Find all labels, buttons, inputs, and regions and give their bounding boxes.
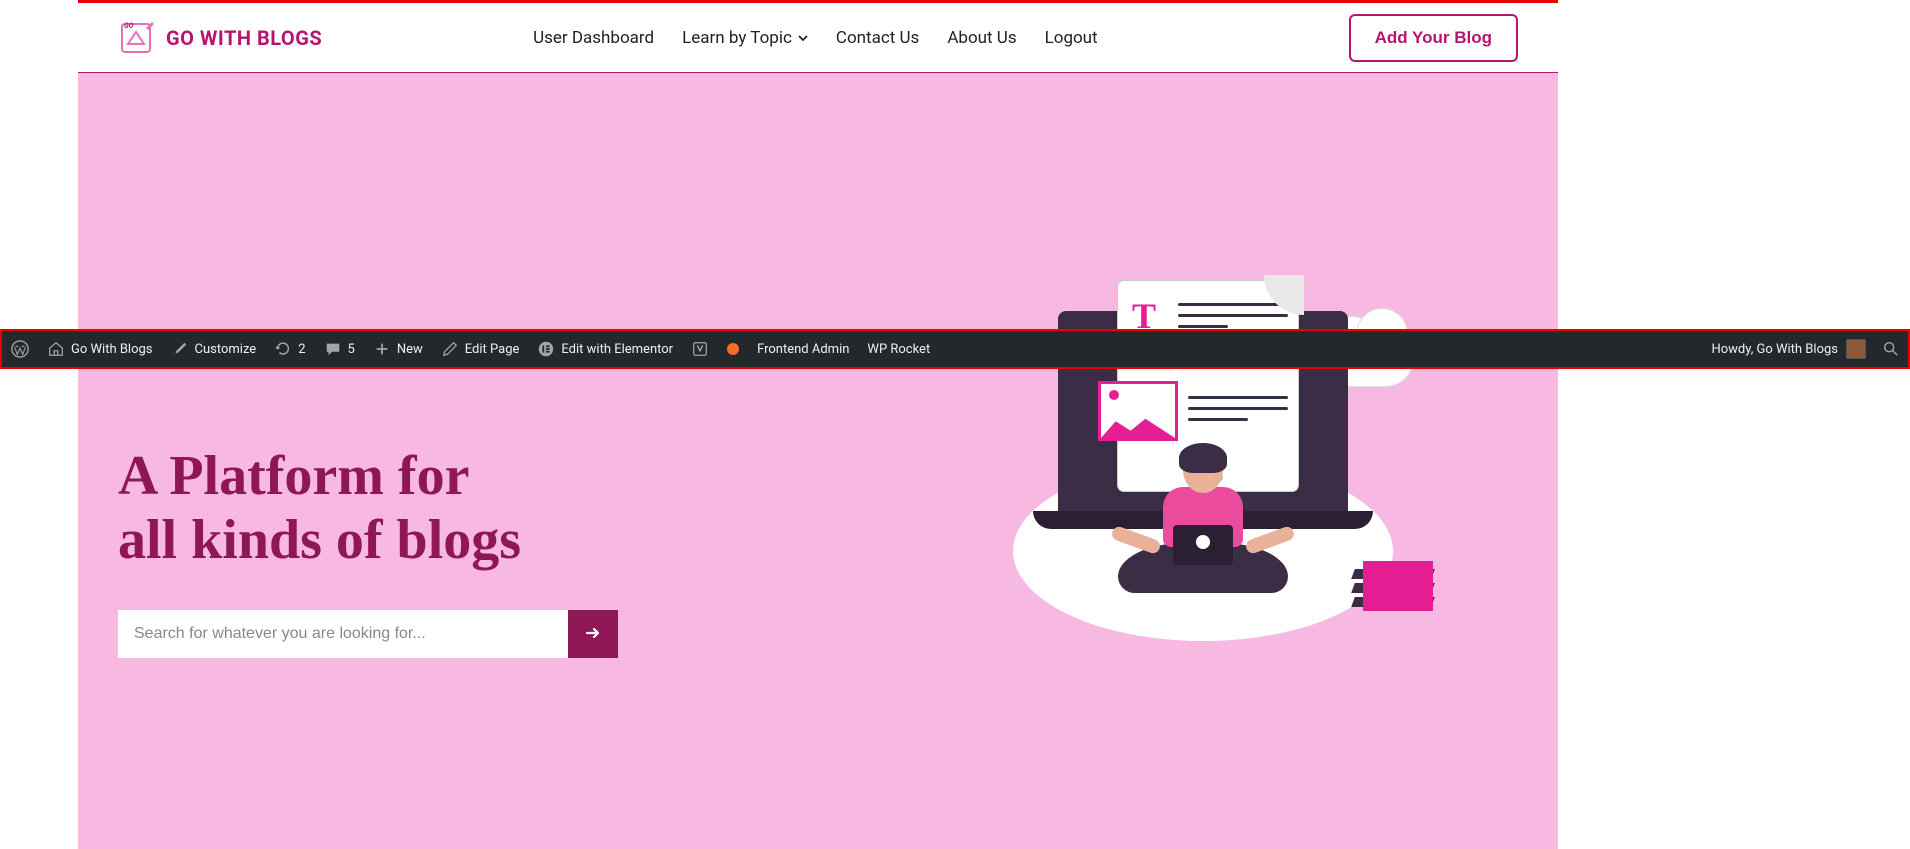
wp-customize[interactable]: Customize <box>162 331 266 367</box>
logo-icon: GO <box>118 18 158 58</box>
svg-text:GO: GO <box>124 22 134 30</box>
nav-item-label: Learn by Topic <box>682 28 792 48</box>
wp-customize-label: Customize <box>195 342 257 357</box>
wp-rocket[interactable]: WP Rocket <box>858 331 939 367</box>
comment-icon <box>324 340 342 358</box>
primary-nav: User Dashboard Learn by Topic Contact Us… <box>533 28 1098 48</box>
search-input[interactable] <box>118 610 568 658</box>
nav-user-dashboard[interactable]: User Dashboard <box>533 28 654 48</box>
wp-howdy-label: Howdy, Go With Blogs <box>1711 342 1838 357</box>
nav-contact-us[interactable]: Contact Us <box>836 28 919 48</box>
elementor-icon <box>537 340 555 358</box>
wp-frontend-admin[interactable]: Frontend Admin <box>748 331 858 367</box>
brand-logo[interactable]: GO GO WITH BLOGS <box>118 18 322 58</box>
wp-frontend-admin-label: Frontend Admin <box>757 342 849 357</box>
person-illustration <box>1103 447 1303 627</box>
wp-comments[interactable]: 5 <box>315 331 364 367</box>
hero-title-line1: A Platform for <box>118 445 469 507</box>
wp-updates[interactable]: 2 <box>265 331 314 367</box>
wp-notification-dot[interactable] <box>718 331 748 367</box>
hero-section: A Platform for all kinds of blogs <box>78 73 1558 849</box>
wp-updates-count: 2 <box>298 342 305 357</box>
hero-title-line2: all kinds of blogs <box>118 509 521 571</box>
wp-search[interactable] <box>1874 331 1908 367</box>
hero-title: A Platform for all kinds of blogs <box>118 444 888 573</box>
search-button[interactable] <box>568 610 618 658</box>
arrow-right-icon <box>583 623 603 646</box>
nav-about-us[interactable]: About Us <box>947 28 1016 48</box>
wp-admin-bar: Go With Blogs Customize 2 5 New <box>2 331 1908 367</box>
avatar <box>1846 339 1866 359</box>
nav-learn-by-topic[interactable]: Learn by Topic <box>682 28 808 48</box>
wp-edit-page-label: Edit Page <box>465 342 520 357</box>
plus-icon <box>373 340 391 358</box>
chevron-down-icon <box>798 28 808 48</box>
wp-edit-elementor-label: Edit with Elementor <box>561 342 673 357</box>
hero-search <box>118 610 618 658</box>
wp-edit-page[interactable]: Edit Page <box>432 331 529 367</box>
refresh-icon <box>274 340 292 358</box>
wordpress-icon <box>11 340 29 358</box>
wp-howdy[interactable]: Howdy, Go With Blogs <box>1711 339 1874 359</box>
wp-new[interactable]: New <box>364 331 432 367</box>
search-icon <box>1882 340 1900 358</box>
brand-name: GO WITH BLOGS <box>166 26 322 50</box>
nav-logout[interactable]: Logout <box>1045 28 1098 48</box>
pencil-icon <box>441 340 459 358</box>
wp-logo-menu[interactable] <box>2 331 38 367</box>
wp-new-label: New <box>397 342 423 357</box>
wp-yoast[interactable] <box>682 331 718 367</box>
wp-comments-count: 5 <box>348 342 355 357</box>
orange-dot-icon <box>727 343 739 355</box>
site-header: GO GO WITH BLOGS User Dashboard Learn by… <box>78 3 1558 73</box>
add-your-blog-button[interactable]: Add Your Blog <box>1349 14 1518 62</box>
wp-edit-elementor[interactable]: Edit with Elementor <box>528 331 682 367</box>
brush-icon <box>171 340 189 358</box>
wp-rocket-label: WP Rocket <box>867 342 930 357</box>
yoast-icon <box>691 340 709 358</box>
wp-site-name[interactable]: Go With Blogs <box>38 331 162 367</box>
wp-site-name-label: Go With Blogs <box>71 342 153 357</box>
home-icon <box>47 340 65 358</box>
wp-admin-bar-highlight: Go With Blogs Customize 2 5 New <box>0 329 1910 369</box>
